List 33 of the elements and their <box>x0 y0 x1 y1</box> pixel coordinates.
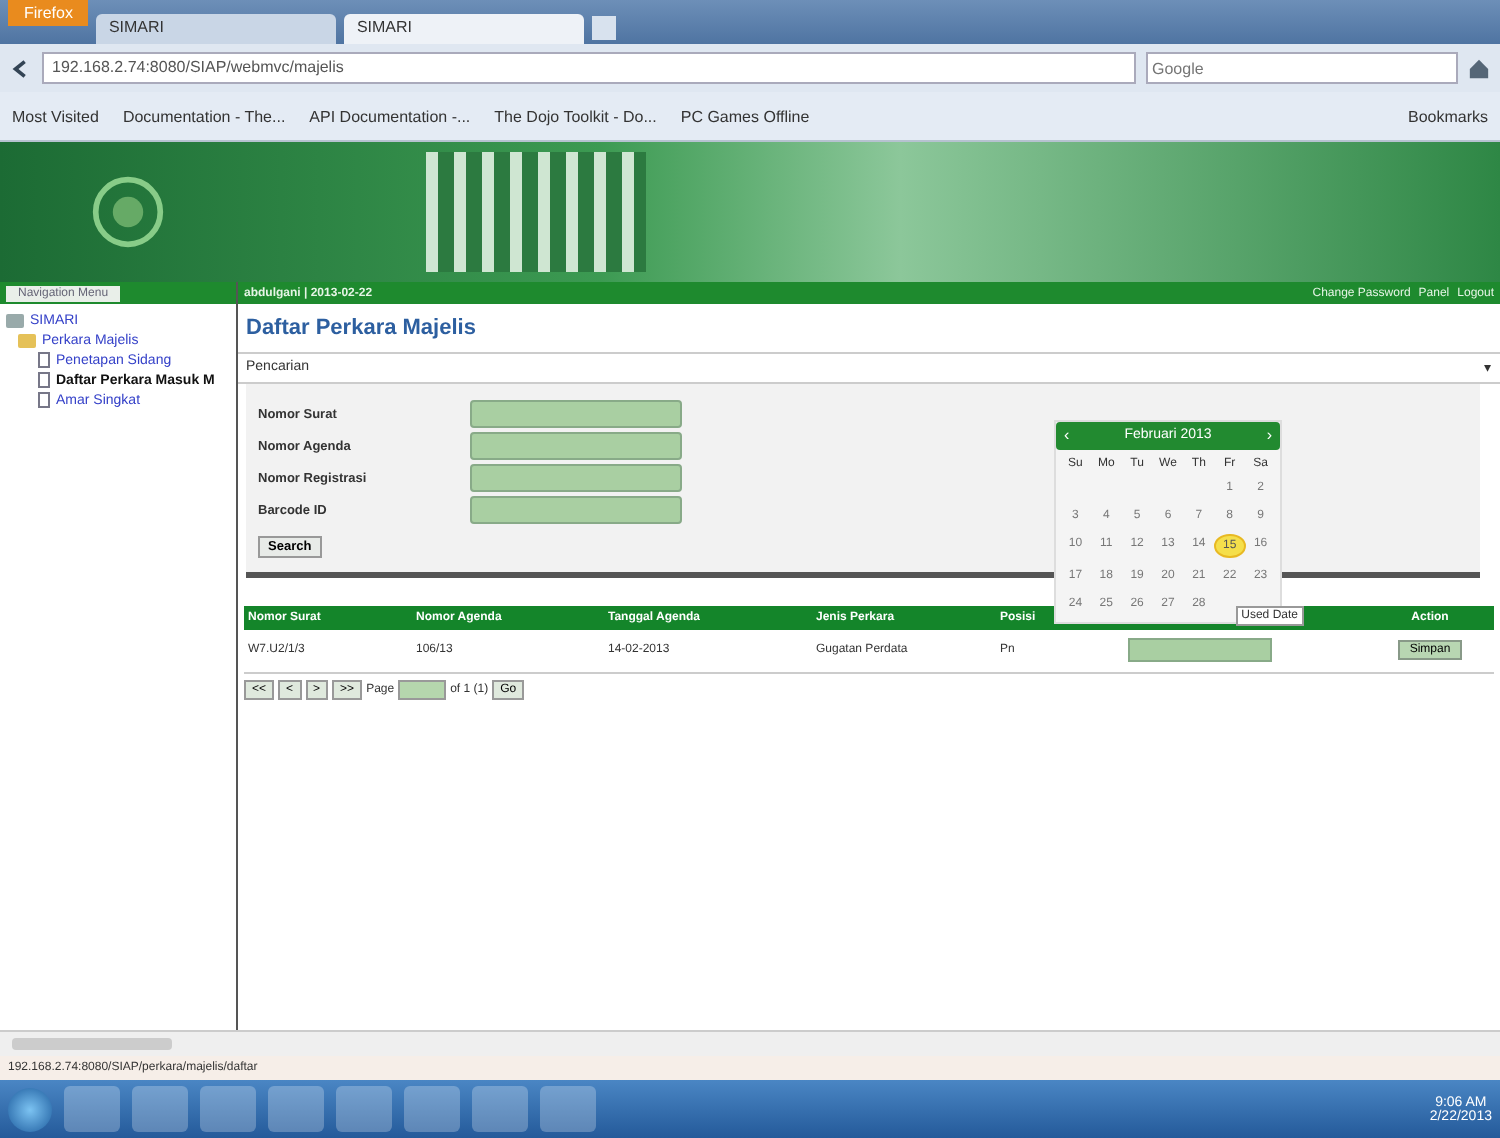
input-field[interactable] <box>470 496 682 524</box>
taskbar-app-icon[interactable] <box>268 1086 324 1132</box>
previous-month-button[interactable]: ‹ <box>1064 428 1070 444</box>
input-field[interactable] <box>1128 638 1272 662</box>
page-title: Daftar Perkara Majelis <box>238 304 1500 354</box>
input-field[interactable] <box>470 432 682 460</box>
taskbar-app-icon[interactable] <box>472 1086 528 1132</box>
taskbar-app-icon[interactable] <box>200 1086 256 1132</box>
input-field[interactable] <box>470 400 682 428</box>
taskbar-app-icon[interactable] <box>336 1086 392 1132</box>
bookmark-link[interactable]: Documentation - The... <box>122 107 286 125</box>
bookmark-link[interactable]: PC Games Offline <box>680 107 810 125</box>
bookmarks-menu[interactable]: Bookmarks <box>1407 107 1488 125</box>
taskbar-app-icon[interactable] <box>540 1086 596 1132</box>
taskbar-app-icon[interactable] <box>404 1086 460 1132</box>
bookmark-link[interactable]: API Documentation -... <box>309 107 471 125</box>
emblem-icon <box>90 174 166 250</box>
browser-tab[interactable]: SIMARI <box>344 14 585 44</box>
taskbar-app-icon[interactable] <box>64 1086 120 1132</box>
next-month-button[interactable]: › <box>1266 428 1272 444</box>
home-icon[interactable] <box>1468 57 1490 79</box>
taskbar-app-icon[interactable] <box>132 1086 188 1132</box>
bookmark-link[interactable]: The Dojo Toolkit - Do... <box>494 107 657 125</box>
new-tab-icon[interactable] <box>592 16 617 40</box>
browser-tab[interactable]: SIMARI <box>96 14 337 44</box>
page-field[interactable] <box>398 679 447 699</box>
bookmark-link[interactable]: Most Visited <box>12 107 99 125</box>
firefox-menu-button[interactable]: Firefox <box>8 0 89 26</box>
start-button[interactable] <box>8 1087 52 1131</box>
input-field[interactable] <box>470 464 682 492</box>
scrollbar-thumb[interactable] <box>12 1038 172 1050</box>
address-field[interactable]: 192.168.2.74:8080/SIAP/webmvc/majelis <box>42 52 1136 84</box>
search-field[interactable]: Google <box>1146 52 1458 84</box>
